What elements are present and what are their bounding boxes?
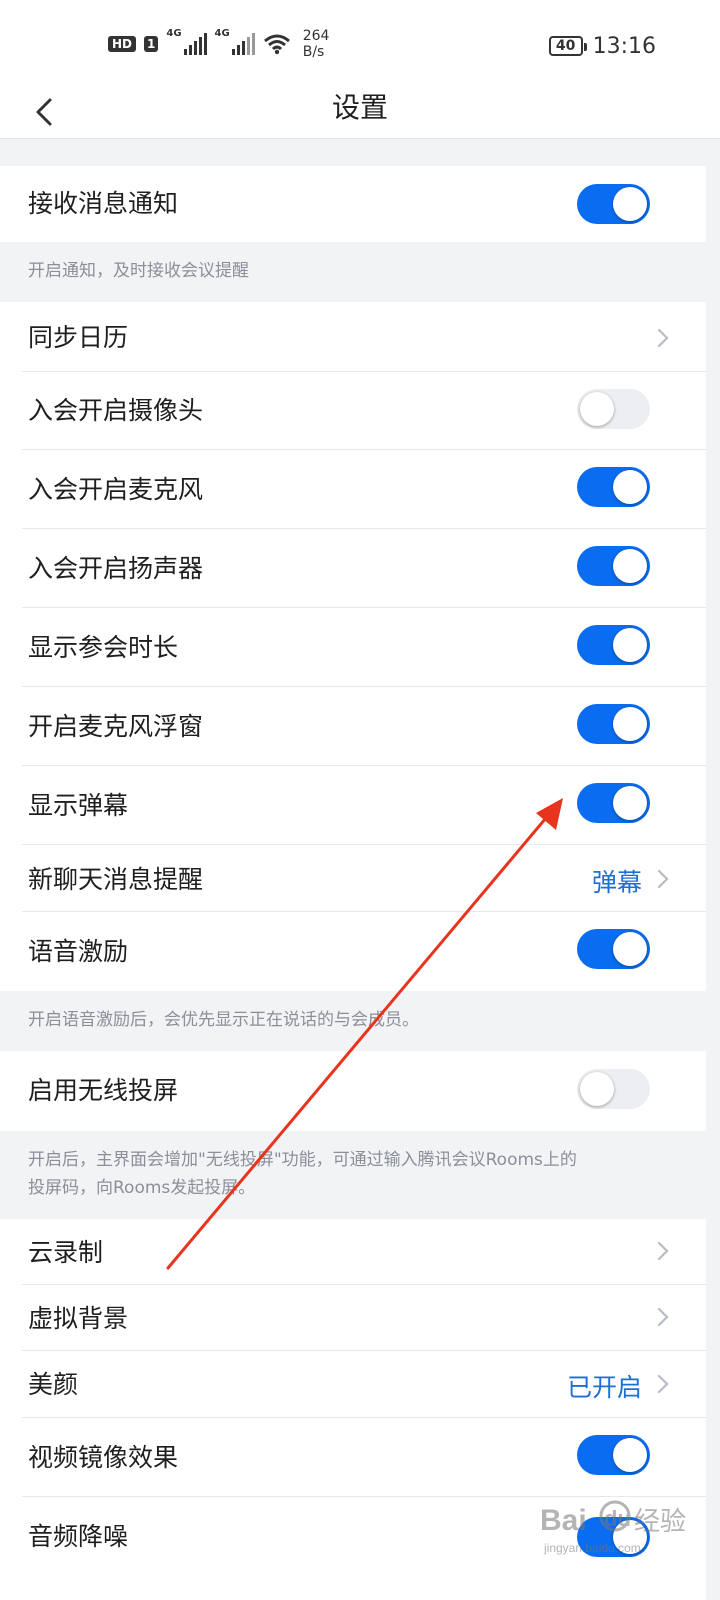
back-icon[interactable]	[30, 94, 70, 134]
sim-badge: 1	[144, 36, 159, 52]
setting-voice-incentive[interactable]: 语音激励	[0, 912, 706, 991]
setting-show-duration[interactable]: 显示参会时长	[0, 608, 706, 687]
new-chat-reminder-value: 弹幕	[591, 868, 642, 897]
svg-text:jingyan.baidu.com: jingyan.baidu.com	[543, 1541, 641, 1555]
clock: 13:16	[592, 33, 656, 59]
setting-wireless-cast[interactable]: 启用无线投屏	[0, 1051, 706, 1131]
setting-beauty[interactable]: 美颜 已开启	[0, 1351, 706, 1418]
setting-label: 同步日历	[28, 323, 129, 352]
toggle-knob	[580, 1072, 614, 1106]
network-type-2: 4G	[214, 28, 230, 39]
status-left: HD 1 4G 4G 264 B/s	[108, 24, 329, 64]
speed-unit: B/s	[302, 44, 325, 60]
svg-text:经验: 经验	[634, 1507, 686, 1537]
status-bar: HD 1 4G 4G 264 B/s 40 13:16	[0, 0, 720, 90]
setting-join-speaker[interactable]: 入会开启扬声器	[0, 529, 706, 608]
setting-label: 开启麦克风浮窗	[28, 712, 204, 741]
setting-label: 接收消息通知	[28, 189, 179, 218]
join-microphone-toggle[interactable]	[577, 467, 650, 507]
setting-join-camera[interactable]: 入会开启摄像头	[0, 372, 706, 450]
setting-join-microphone[interactable]: 入会开启麦克风	[0, 450, 706, 529]
chevron-right-icon	[657, 869, 669, 889]
description-text: 投屏码，向Rooms发起投屏。	[28, 1178, 256, 1198]
setting-label: 入会开启麦克风	[28, 475, 204, 504]
setting-label: 美颜	[28, 1370, 79, 1399]
setting-virtual-background[interactable]: 虚拟背景	[0, 1285, 706, 1351]
setting-cloud-recording[interactable]: 云录制	[0, 1219, 706, 1285]
setting-video-mirror[interactable]: 视频镜像效果	[0, 1418, 706, 1497]
page-title: 设置	[331, 91, 388, 124]
baidu-watermark-logo: Bai du 经验 jingyan.baidu.com	[540, 1500, 686, 1555]
setting-label: 入会开启摄像头	[28, 396, 204, 425]
description-text: 开启后，主界面会增加"无线投屏"功能，可通过输入腾讯会议Rooms上的	[28, 1150, 577, 1170]
chevron-right-icon	[657, 1241, 669, 1261]
setting-label: 显示参会时长	[28, 633, 179, 662]
join-camera-toggle[interactable]	[577, 389, 650, 429]
setting-label: 语音激励	[28, 937, 129, 966]
toggle-knob	[613, 187, 647, 221]
setting-label: 云录制	[28, 1238, 104, 1267]
toggle-knob	[613, 707, 647, 741]
setting-label: 视频镜像效果	[28, 1443, 179, 1472]
speed-value: 264	[302, 28, 330, 44]
battery-icon: 40	[548, 36, 587, 56]
show-duration-toggle[interactable]	[577, 625, 650, 665]
setting-new-chat-reminder[interactable]: 新聊天消息提醒 弹幕	[0, 845, 706, 912]
toggle-knob	[613, 932, 647, 966]
toggle-knob	[613, 628, 647, 662]
hd-badge: HD	[108, 36, 137, 52]
video-mirror-toggle[interactable]	[577, 1435, 650, 1475]
mic-float-window-toggle[interactable]	[577, 704, 650, 744]
setting-label: 启用无线投屏	[28, 1076, 179, 1105]
setting-show-danmaku[interactable]: 显示弹幕	[0, 766, 706, 845]
chevron-right-icon	[657, 1307, 669, 1327]
toggle-knob	[613, 470, 647, 504]
receive-notifications-toggle[interactable]	[577, 184, 650, 224]
setting-receive-notifications[interactable]: 接收消息通知	[0, 166, 706, 242]
wireless-cast-toggle[interactable]	[577, 1069, 650, 1109]
setting-label: 虚拟背景	[28, 1304, 129, 1333]
setting-label: 入会开启扬声器	[28, 554, 204, 583]
signal-icon-2	[231, 33, 255, 55]
setting-label: 新聊天消息提醒	[28, 865, 204, 894]
show-danmaku-toggle[interactable]	[577, 783, 650, 823]
setting-sync-calendar[interactable]: 同步日历	[0, 302, 706, 372]
network-speed: 264 B/s	[303, 28, 330, 60]
setting-label: 音频降噪	[28, 1522, 129, 1551]
toggle-knob	[613, 786, 647, 820]
voice-incentive-toggle[interactable]	[577, 929, 650, 969]
setting-mic-float-window[interactable]: 开启麦克风浮窗	[0, 687, 706, 766]
toggle-knob	[580, 392, 614, 426]
voice-incentive-description: 开启语音激励后，会优先显示正在说话的与会成员。	[0, 991, 706, 1051]
wifi-icon	[263, 34, 290, 55]
chevron-right-icon	[657, 328, 669, 348]
toggle-knob	[613, 549, 647, 583]
svg-text:Bai: Bai	[540, 1504, 587, 1537]
signal-icon	[183, 33, 207, 55]
setting-label: 显示弹幕	[28, 791, 129, 820]
nav-bar: 设置	[0, 90, 720, 139]
description-text: 开启通知，及时接收会议提醒	[28, 261, 249, 281]
svg-text:du: du	[604, 1506, 631, 1531]
toggle-knob	[613, 1438, 647, 1472]
chevron-right-icon	[657, 1374, 669, 1394]
receive-notifications-description: 开启通知，及时接收会议提醒	[0, 242, 706, 302]
join-speaker-toggle[interactable]	[577, 546, 650, 586]
beauty-value: 已开启	[566, 1373, 642, 1402]
network-type-1: 4G	[166, 28, 182, 39]
status-right: 40 13:16	[548, 30, 656, 62]
wireless-cast-description: 开启后，主界面会增加"无线投屏"功能，可通过输入腾讯会议Rooms上的 投屏码，…	[0, 1131, 706, 1219]
description-text: 开启语音激励后，会优先显示正在说话的与会成员。	[28, 1010, 419, 1030]
